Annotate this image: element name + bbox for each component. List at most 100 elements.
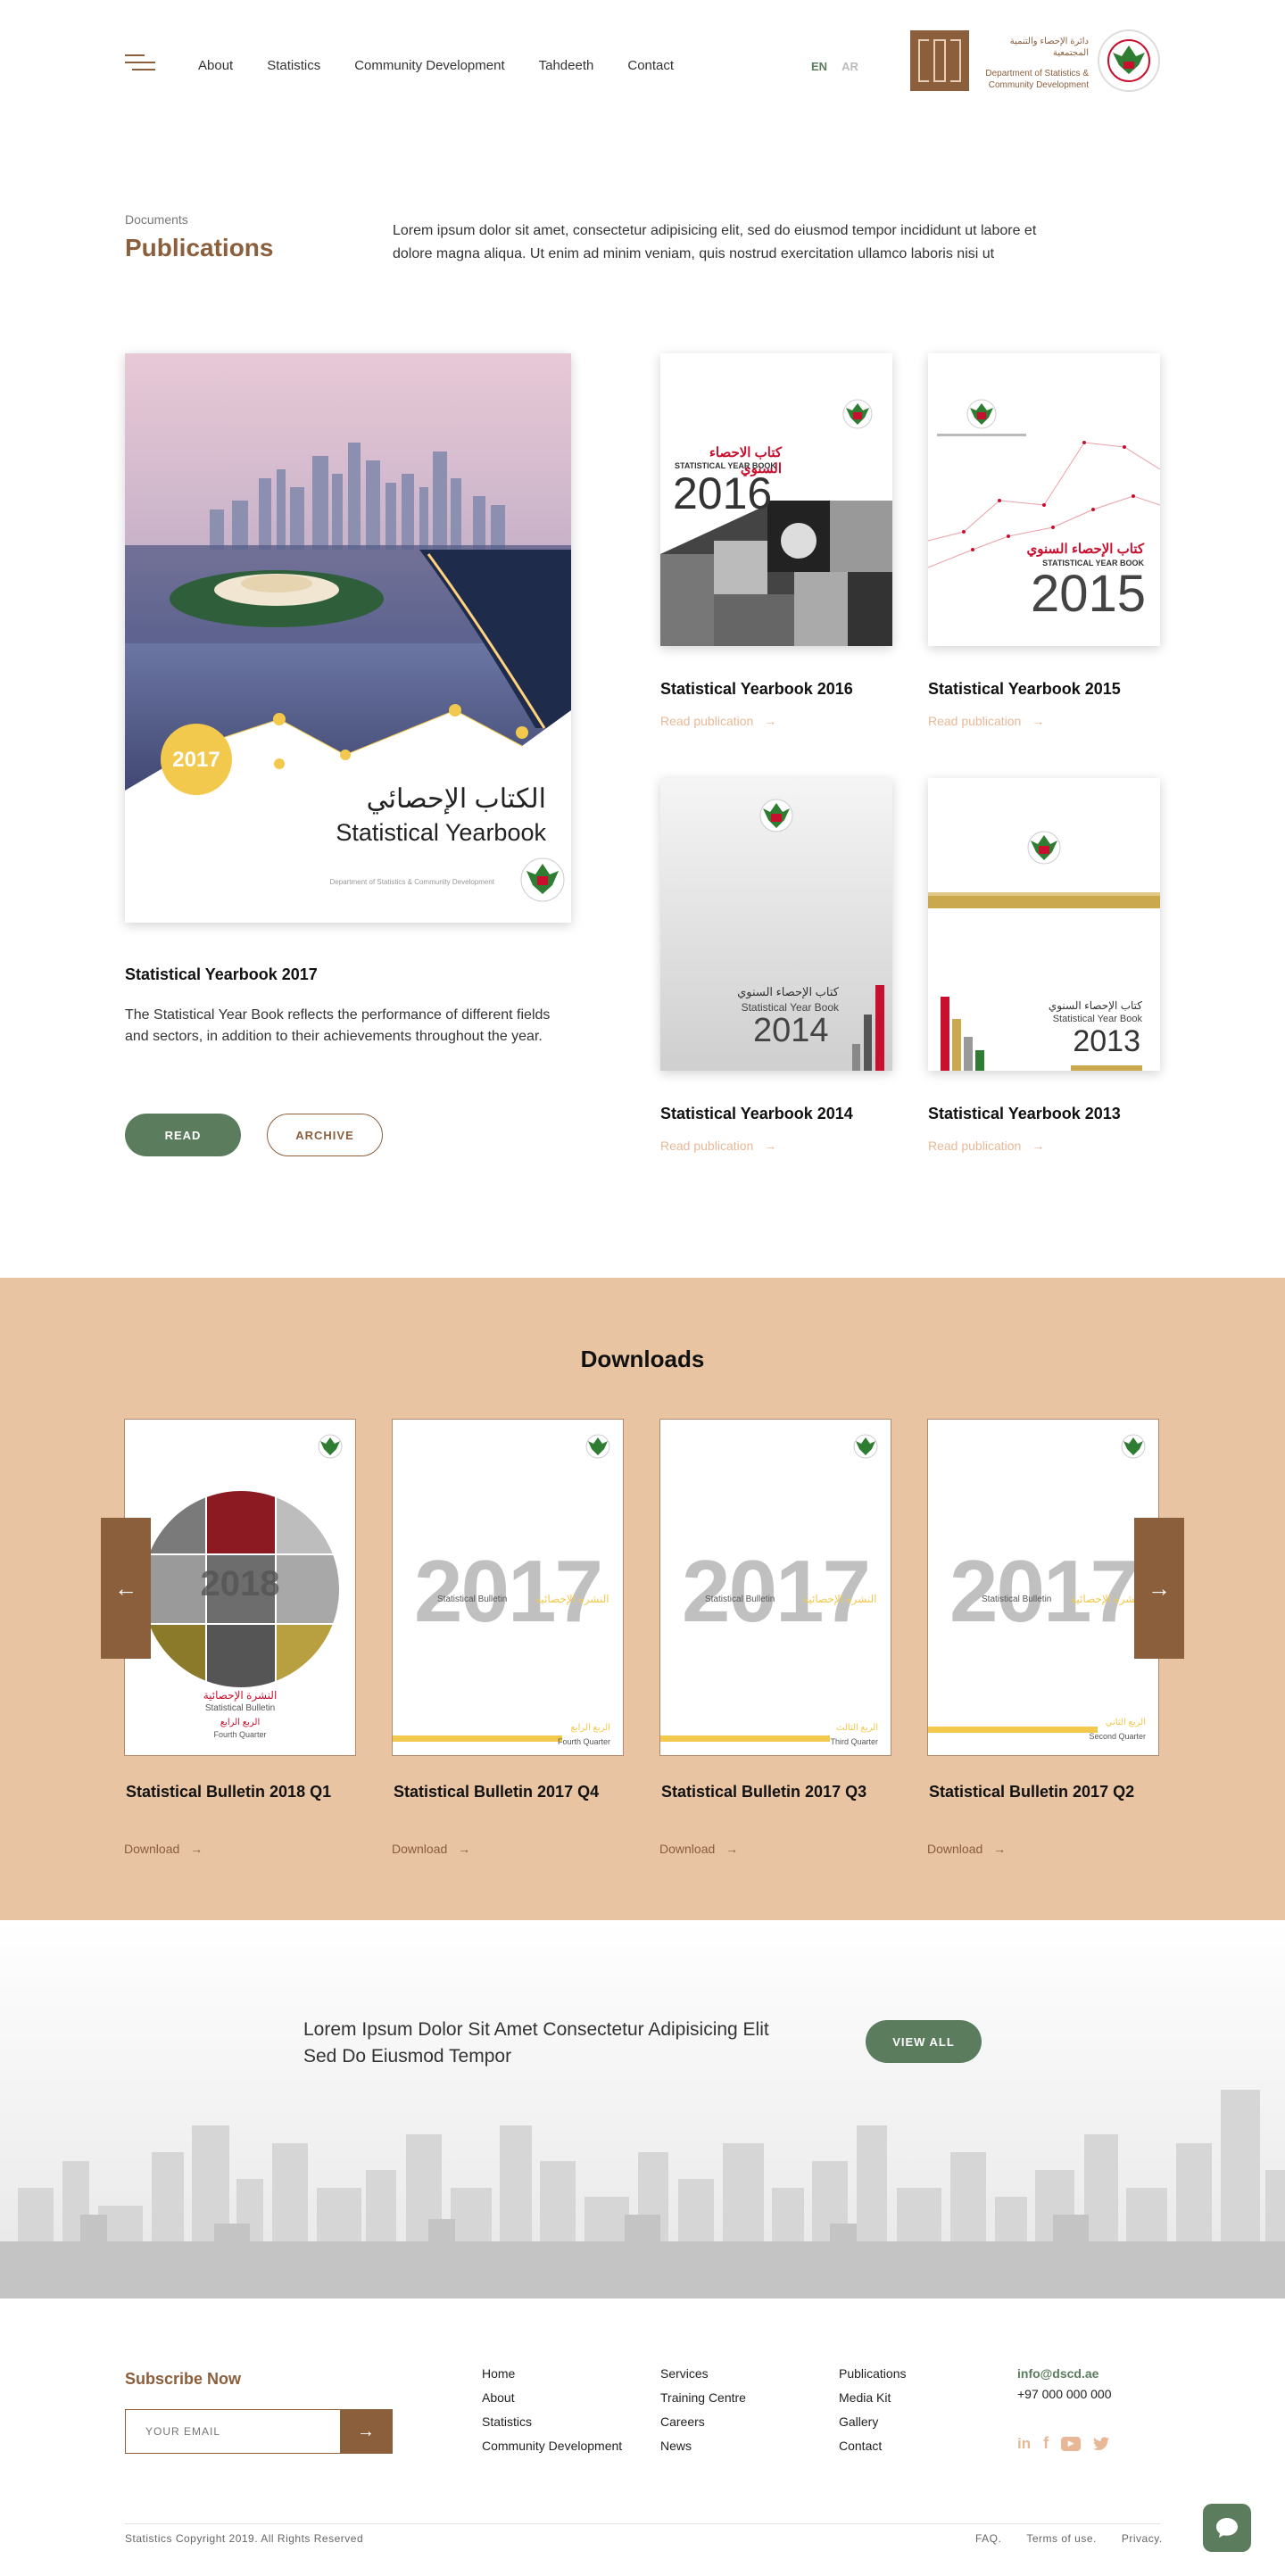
read-publication-label: Read publication (660, 714, 754, 728)
nav-contact[interactable]: Contact (627, 58, 674, 73)
cta-section (0, 1920, 1285, 2299)
download-label: Download (124, 1842, 180, 1856)
bulletin-1-quarter-ar: الربع الرابع (220, 1718, 261, 1727)
logo-text-en-1: Department of Statistics & (985, 69, 1089, 79)
download-cover-1[interactable]: 2018 النشرة الإحصائية Statistical Bullet… (124, 1419, 356, 1756)
publication-title-2014[interactable]: Statistical Yearbook 2014 (660, 1105, 853, 1123)
bulletin-3-quarter-ar: الربع الثالث (836, 1723, 878, 1733)
download-link-3[interactable]: Download → (659, 1842, 738, 1856)
download-link-1[interactable]: Download → (124, 1842, 203, 1856)
bulletin-2-year: 2017 (413, 1542, 603, 1640)
download-title-3[interactable]: Statistical Bulletin 2017 Q3 (661, 1783, 866, 1802)
footer-link-services[interactable]: Services (660, 2366, 746, 2381)
arrow-right-icon: → (1032, 1139, 1045, 1153)
download-link-2[interactable]: Download → (392, 1842, 470, 1856)
carousel-prev-button[interactable]: ← (101, 1518, 151, 1659)
footer-link-training-centre[interactable]: Training Centre (660, 2390, 746, 2405)
breadcrumb[interactable]: Documents (125, 212, 188, 227)
logo-text-ar: دائرة الإحصاء والتنمية المجتمعية (1009, 37, 1089, 58)
bulletin-4-quarter-ar: الربع الثاني (1105, 1718, 1146, 1727)
publication-title-2013[interactable]: Statistical Yearbook 2013 (928, 1105, 1121, 1123)
publication-cover-2016[interactable]: كتاب الاحصاء السنوي STATISTICAL YEAR BOO… (660, 353, 892, 646)
arrow-right-icon: → (725, 1842, 739, 1856)
lang-ar[interactable]: AR (841, 60, 858, 73)
featured-cover[interactable]: 2017 الكتاب الإحصائي Statistical Yearboo… (125, 353, 571, 923)
publication-cover-2013[interactable]: كتاب الإحصاء السنوي Statistical Year Boo… (928, 778, 1160, 1071)
chat-button[interactable] (1203, 2504, 1251, 2552)
subscribe-submit-button[interactable]: → (340, 2410, 392, 2453)
footer-link-news[interactable]: News (660, 2439, 746, 2453)
download-title-2[interactable]: Statistical Bulletin 2017 Q4 (394, 1783, 599, 1802)
footer-link-statistics[interactable]: Statistics (482, 2414, 622, 2429)
twitter-icon[interactable] (1093, 2436, 1110, 2451)
nav-tahdeeth[interactable]: Tahdeeth (539, 58, 594, 73)
facebook-icon[interactable]: f (1043, 2434, 1049, 2453)
download-label: Download (927, 1842, 983, 1856)
carousel-next-button[interactable]: → (1134, 1518, 1184, 1659)
faq-link[interactable]: FAQ. (975, 2532, 1001, 2545)
youtube-icon[interactable]: ▶ (1061, 2436, 1082, 2451)
terms-link[interactable]: Terms of use. (1026, 2532, 1097, 2545)
city-skyline-image (0, 1920, 1285, 2299)
publication-title-2016[interactable]: Statistical Yearbook 2016 (660, 680, 853, 699)
footer-link-about[interactable]: About (482, 2390, 622, 2405)
logo-text: دائرة الإحصاء والتنمية المجتمعية Departm… (982, 36, 1089, 91)
department-logo[interactable] (910, 30, 969, 91)
subscribe-title: Subscribe Now (125, 2370, 242, 2388)
publication-cover-2014[interactable]: كتاب الإحصاء السنوي Statistical Year Boo… (660, 778, 892, 1071)
cover-2013-en: Statistical Year Book (1052, 1014, 1142, 1024)
footer-link-publications[interactable]: Publications (839, 2366, 907, 2381)
linkedin-icon[interactable]: in (1017, 2435, 1031, 2453)
featured-title[interactable]: Statistical Yearbook 2017 (125, 965, 318, 984)
download-cover-2[interactable]: 2017 Statistical Bulletin النشرة الإحصائ… (392, 1419, 624, 1756)
chat-bubble-icon (1216, 2518, 1238, 2538)
download-cover-4[interactable]: 2017 Statistical Bulletin النشرة الإحصائ… (927, 1419, 1159, 1756)
download-link-4[interactable]: Download → (927, 1842, 1006, 1856)
falcon-emblem-icon (1107, 39, 1150, 82)
view-all-button[interactable]: VIEW ALL (866, 2020, 982, 2063)
read-publication-label: Read publication (928, 1139, 1022, 1153)
read-publication-2016[interactable]: Read publication → (660, 714, 776, 728)
nav-community-development[interactable]: Community Development (354, 58, 504, 73)
lang-en[interactable]: EN (811, 60, 827, 73)
arrow-right-icon: → (764, 1139, 777, 1153)
download-title-1[interactable]: Statistical Bulletin 2018 Q1 (126, 1783, 331, 1802)
bulletin-3-ar: النشرة الإحصائية (803, 1593, 877, 1605)
bulletin-1-year: 2018 (200, 1564, 280, 1603)
download-cover-3[interactable]: 2017 Statistical Bulletin النشرة الإحصائ… (659, 1419, 891, 1756)
footer-link-media-kit[interactable]: Media Kit (839, 2390, 907, 2405)
footer-links-3: Publications Media Kit Gallery Contact (839, 2366, 907, 2463)
footer-link-contact[interactable]: Contact (839, 2439, 907, 2453)
email-input[interactable] (126, 2410, 340, 2453)
footer-link-community-development[interactable]: Community Development (482, 2439, 622, 2453)
nav-statistics[interactable]: Statistics (267, 58, 320, 73)
read-publication-2014[interactable]: Read publication → (660, 1139, 776, 1153)
footer-link-careers[interactable]: Careers (660, 2414, 746, 2429)
download-title-4[interactable]: Statistical Bulletin 2017 Q2 (929, 1783, 1134, 1802)
read-button[interactable]: READ (125, 1114, 241, 1156)
menu-icon[interactable] (125, 54, 155, 76)
read-publication-2015[interactable]: Read publication → (928, 714, 1044, 728)
read-publication-2013[interactable]: Read publication → (928, 1139, 1044, 1153)
cover-2013-year: 2013 (1073, 1024, 1140, 1058)
download-label: Download (659, 1842, 716, 1856)
read-publication-label: Read publication (928, 714, 1022, 728)
cover-2014-ar: كتاب الإحصاء السنوي (737, 985, 839, 998)
bulletin-2-ar: النشرة الإحصائية (535, 1593, 609, 1605)
footer-email[interactable]: info@dscd.ae (1017, 2366, 1098, 2381)
featured-cover-dept: Department of Statistics & Community Dev… (329, 878, 494, 886)
bulletin-1-quarter: Fourth Quarter (213, 1730, 267, 1739)
emblem-logo[interactable] (1098, 29, 1160, 92)
bulletin-2-quarter: Fourth Quarter (557, 1737, 610, 1746)
cover-2015-year: 2015 (1030, 565, 1146, 623)
publication-title-2015[interactable]: Statistical Yearbook 2015 (928, 680, 1121, 699)
footer-link-home[interactable]: Home (482, 2366, 622, 2381)
nav-about[interactable]: About (198, 58, 233, 73)
arrow-right-icon: → (357, 2421, 375, 2441)
publication-cover-2015[interactable]: كتاب الإحصاء السنوي STATISTICAL YEAR BOO… (928, 353, 1160, 646)
footer-link-gallery[interactable]: Gallery (839, 2414, 907, 2429)
archive-button[interactable]: ARCHIVE (267, 1114, 383, 1156)
arrow-left-icon: ← (114, 1574, 137, 1602)
privacy-link[interactable]: Privacy. (1122, 2532, 1163, 2545)
arrow-right-icon: → (458, 1842, 471, 1856)
